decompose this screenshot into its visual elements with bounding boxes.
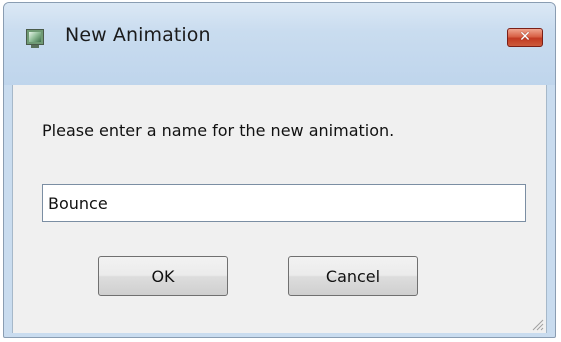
app-icon-stand [31,45,39,48]
app-icon [26,29,44,48]
dialog-body: Please enter a name for the new animatio… [12,85,547,333]
cancel-button[interactable]: Cancel [288,256,418,296]
ok-button[interactable]: OK [98,256,228,296]
window-title: New Animation [65,24,211,46]
prompt-label: Please enter a name for the new animatio… [42,121,395,140]
resize-grip-icon[interactable] [530,317,544,331]
close-icon: ✕ [519,29,531,45]
app-icon-screen [29,32,41,42]
close-button[interactable]: ✕ [507,28,543,47]
new-animation-dialog: New Animation ✕ Please enter a name for … [3,2,556,338]
animation-name-input[interactable] [42,184,526,222]
title-bar[interactable]: New Animation ✕ [4,3,555,85]
